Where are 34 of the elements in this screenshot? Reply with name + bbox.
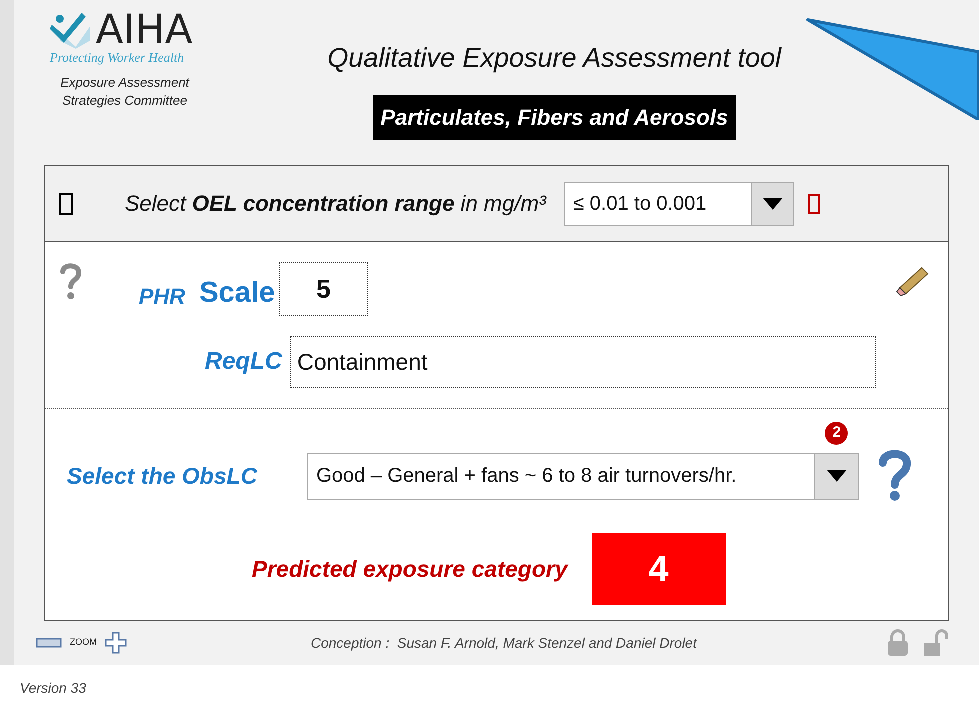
obslc-value: Good – General + fans ~ 6 to 8 air turnovers/hr.: [315, 464, 738, 489]
logo-text: AIHA: [96, 10, 193, 50]
pencil-icon[interactable]: [896, 266, 930, 296]
reqlc-label: ReqLC: [205, 347, 282, 377]
zoom-label: ZOOM: [70, 636, 97, 650]
scale-field[interactable]: 5: [279, 262, 368, 316]
dropdown-button[interactable]: [814, 454, 858, 498]
help-icon[interactable]: [59, 262, 83, 302]
oel-dropdown[interactable]: ≤ 0.01 to 0.001: [564, 182, 794, 226]
help-icon[interactable]: [877, 449, 914, 503]
count-badge: 2: [825, 422, 848, 444]
obslc-label: Select the ObsLC: [67, 462, 258, 491]
dropdown-button[interactable]: [751, 182, 794, 224]
oel-value: ≤ 0.01 to 0.001: [572, 192, 708, 216]
committee-text: Strategies Committee: [62, 92, 188, 110]
zoom-out-icon[interactable]: [36, 638, 62, 648]
subtitle-banner: Particulates, Fibers and Aerosols: [372, 94, 736, 140]
caret-icon: [826, 470, 847, 482]
tagline: Protecting Worker Health: [50, 49, 184, 67]
oel-label: Select OEL concentration range in mg/m³: [125, 190, 546, 218]
version-text: Version 33: [20, 680, 86, 696]
scale-label: Scale: [199, 276, 276, 311]
reqlc-field[interactable]: Containment: [290, 336, 876, 388]
app-title: Qualitative Exposure Assessment tool: [328, 42, 782, 75]
committee-text: Exposure Assessment: [60, 74, 190, 92]
phr-label: PHR: [139, 283, 186, 311]
credits-text: Conception : Susan F. Arnold, Mark Stenzel and Daniel Drolet: [311, 634, 697, 653]
zoom-in-icon[interactable]: [105, 632, 127, 654]
missing-glyph-icon: [59, 192, 73, 214]
missing-glyph-icon: [808, 194, 820, 214]
check-hand-logo-icon: [50, 11, 92, 49]
prediction-label: Predicted exposure category: [252, 554, 568, 584]
exposure-category-value: 4: [592, 533, 726, 605]
caret-icon: [762, 198, 783, 210]
